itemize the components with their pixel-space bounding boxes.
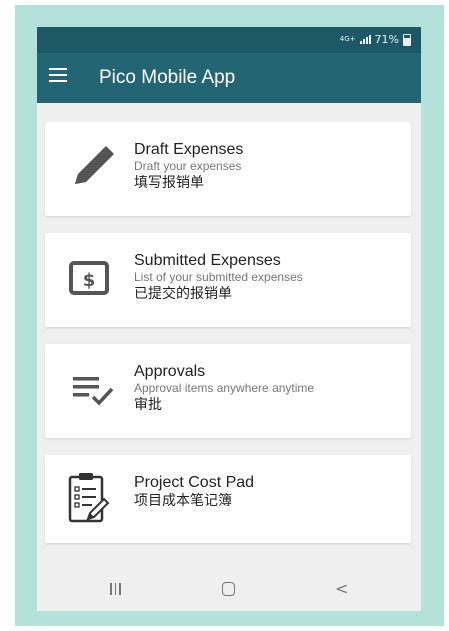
card-subtitle: List of your submitted expenses bbox=[134, 270, 303, 284]
clipboard-icon bbox=[57, 469, 129, 529]
card-approvals[interactable]: Approvals Approval items anywhere anytim… bbox=[45, 344, 411, 438]
card-subtitle: Draft your expenses bbox=[134, 159, 242, 173]
status-indicators: 4G+ 71% bbox=[340, 33, 411, 46]
card-title: Approvals bbox=[134, 363, 206, 380]
phone-screen: 4G+ 71% Pico Mobile App Draft Expenses D… bbox=[37, 27, 421, 611]
dollar-bill-icon: $ bbox=[57, 250, 129, 310]
pencil-icon bbox=[57, 139, 129, 199]
hamburger-menu-icon[interactable] bbox=[49, 68, 67, 84]
card-draft-expenses[interactable]: Draft Expenses Draft your expenses 填写报销单 bbox=[45, 122, 411, 216]
home-icon[interactable] bbox=[222, 582, 235, 596]
card-title: Submitted Expenses bbox=[134, 252, 281, 269]
recent-apps-icon[interactable] bbox=[110, 583, 121, 595]
card-chinese-label: 审批 bbox=[134, 397, 162, 413]
card-chinese-label: 填写报销单 bbox=[134, 175, 204, 191]
card-chinese-label: 项目成本笔记簿 bbox=[134, 493, 232, 509]
status-bar: 4G+ 71% bbox=[37, 27, 421, 53]
card-subtitle: Approval items anywhere anytime bbox=[134, 381, 315, 395]
back-icon[interactable]: < bbox=[335, 579, 348, 598]
card-title: Project Cost Pad bbox=[134, 474, 255, 491]
app-title: Pico Mobile App bbox=[99, 67, 236, 88]
card-submitted-expenses[interactable]: $ Submitted Expenses List of your submit… bbox=[45, 233, 411, 327]
network-indicator: 4G+ bbox=[339, 35, 356, 43]
battery-icon bbox=[403, 33, 411, 46]
checklist-icon bbox=[57, 361, 129, 421]
system-nav-bar: < bbox=[37, 569, 421, 611]
app-bar: Pico Mobile App bbox=[37, 53, 421, 103]
card-title: Draft Expenses bbox=[134, 141, 244, 158]
battery-percent: 71% bbox=[374, 33, 399, 46]
card-project-cost-pad[interactable]: Project Cost Pad 项目成本笔记簿 bbox=[45, 455, 411, 543]
signal-icon bbox=[359, 35, 371, 44]
svg-text:$: $ bbox=[83, 270, 96, 291]
card-chinese-label: 已提交的报销单 bbox=[134, 286, 232, 302]
